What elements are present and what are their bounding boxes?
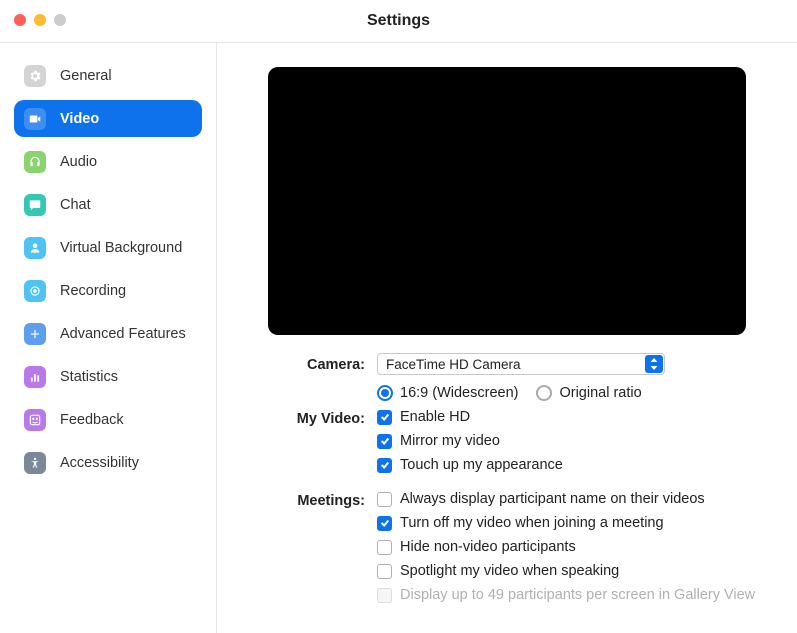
sidebar-item-audio[interactable]: Audio — [14, 143, 202, 180]
checkbox-label: Mirror my video — [400, 433, 500, 449]
checkbox-icon — [377, 588, 392, 603]
minimize-window-button[interactable] — [34, 14, 46, 26]
headphones-icon — [24, 151, 46, 173]
checkbox-label: Spotlight my video when speaking — [400, 563, 619, 579]
radio-icon — [377, 385, 393, 401]
sidebar-item-video[interactable]: Video — [14, 100, 202, 137]
checkbox-icon — [377, 410, 392, 425]
sidebar-item-label: Video — [60, 111, 99, 127]
checkbox-label: Display up to 49 participants per screen… — [400, 587, 755, 603]
my-video-label: My Video: — [257, 407, 377, 431]
checkbox-icon — [377, 564, 392, 579]
close-window-button[interactable] — [14, 14, 26, 26]
camera-select[interactable]: FaceTime HD Camera — [377, 353, 665, 375]
checkbox-icon — [377, 434, 392, 449]
person-icon — [24, 237, 46, 259]
smile-icon — [24, 409, 46, 431]
hide-nonvideo-checkbox[interactable]: Hide non-video participants — [377, 539, 757, 555]
checkbox-label: Turn off my video when joining a meeting — [400, 515, 664, 531]
video-camera-icon — [24, 108, 46, 130]
checkbox-label: Enable HD — [400, 409, 470, 425]
sidebar-item-label: Virtual Background — [60, 240, 182, 256]
camera-label: Camera: — [257, 353, 377, 377]
turn-off-video-on-join-checkbox[interactable]: Turn off my video when joining a meeting — [377, 515, 757, 531]
sidebar-item-advanced-features[interactable]: Advanced Features — [14, 315, 202, 352]
sidebar-item-label: Statistics — [60, 369, 118, 385]
camera-select-value: FaceTime HD Camera — [386, 357, 521, 372]
video-preview — [268, 67, 746, 335]
sidebar-item-statistics[interactable]: Statistics — [14, 358, 202, 395]
window-controls — [14, 14, 66, 26]
checkbox-label: Touch up my appearance — [400, 457, 563, 473]
checkbox-label: Always display participant name on their… — [400, 491, 705, 507]
chat-icon — [24, 194, 46, 216]
sidebar-item-label: Accessibility — [60, 455, 139, 471]
settings-content: Camera: FaceTime HD Camera 16:9 (Widescr… — [217, 43, 797, 633]
sidebar-item-label: Chat — [60, 197, 91, 213]
sidebar-item-label: Feedback — [60, 412, 124, 428]
checkbox-icon — [377, 540, 392, 555]
checkbox-icon — [377, 492, 392, 507]
titlebar: Settings — [0, 0, 797, 43]
radio-icon — [536, 385, 552, 401]
enable-hd-checkbox[interactable]: Enable HD — [377, 409, 757, 425]
gear-icon — [24, 65, 46, 87]
meetings-label: Meetings: — [257, 489, 377, 513]
dropdown-arrow-icon — [645, 355, 663, 373]
checkbox-icon — [377, 516, 392, 531]
sidebar-item-feedback[interactable]: Feedback — [14, 401, 202, 438]
sidebar-item-label: Recording — [60, 283, 126, 299]
sidebar-item-chat[interactable]: Chat — [14, 186, 202, 223]
plus-icon — [24, 323, 46, 345]
spotlight-my-video-checkbox[interactable]: Spotlight my video when speaking — [377, 563, 757, 579]
accessibility-icon — [24, 452, 46, 474]
radio-label: 16:9 (Widescreen) — [400, 385, 518, 401]
gallery-49-checkbox: Display up to 49 participants per screen… — [377, 587, 757, 603]
sidebar-item-label: Audio — [60, 154, 97, 170]
sidebar-item-label: General — [60, 68, 112, 84]
checkbox-icon — [377, 458, 392, 473]
checkbox-label: Hide non-video participants — [400, 539, 576, 555]
touch-up-checkbox[interactable]: Touch up my appearance — [377, 457, 757, 473]
sidebar-item-virtual-background[interactable]: Virtual Background — [14, 229, 202, 266]
settings-sidebar: General Video Audio Chat Virtual Backgro — [0, 43, 217, 633]
sidebar-item-recording[interactable]: Recording — [14, 272, 202, 309]
mirror-video-checkbox[interactable]: Mirror my video — [377, 433, 757, 449]
sidebar-item-general[interactable]: General — [14, 57, 202, 94]
display-participant-name-checkbox[interactable]: Always display participant name on their… — [377, 491, 757, 507]
record-icon — [24, 280, 46, 302]
sidebar-item-accessibility[interactable]: Accessibility — [14, 444, 202, 481]
zoom-window-button[interactable] — [54, 14, 66, 26]
aspect-ratio-original-radio[interactable]: Original ratio — [536, 385, 641, 401]
radio-label: Original ratio — [559, 385, 641, 401]
bar-chart-icon — [24, 366, 46, 388]
aspect-ratio-widescreen-radio[interactable]: 16:9 (Widescreen) — [377, 385, 518, 401]
sidebar-item-label: Advanced Features — [60, 326, 186, 342]
window-title: Settings — [367, 12, 430, 30]
